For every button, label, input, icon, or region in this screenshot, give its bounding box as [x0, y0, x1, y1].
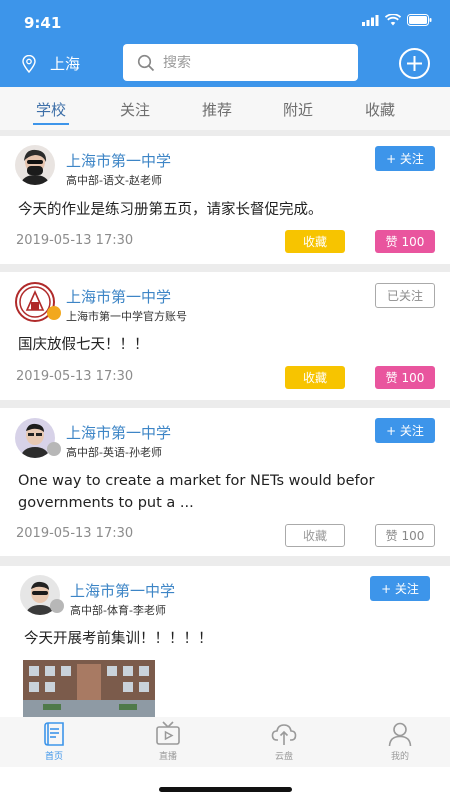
search-box[interactable]	[123, 44, 358, 81]
location-pin-icon	[22, 54, 36, 73]
location-selector[interactable]: 上海	[22, 53, 80, 74]
tv-icon	[156, 721, 180, 745]
tabbar-label: 我的	[390, 752, 409, 762]
avatar[interactable]	[15, 145, 55, 185]
author-subtitle: 高中部-体育-李老师	[70, 604, 166, 617]
bottom-tab-bar: 首页 直播 云盘 我的	[0, 717, 450, 767]
tabbar-label: 首页	[44, 752, 63, 762]
search-icon	[137, 54, 155, 71]
follow-button[interactable]: + 关注	[375, 418, 435, 443]
post-content-line: One way to create a market for NETs woul…	[18, 473, 375, 489]
post-date: 2019-05-13 17:30	[16, 233, 134, 248]
system-indicators	[362, 14, 432, 26]
favorite-button[interactable]: 收藏	[285, 366, 345, 389]
official-badge-icon	[47, 306, 61, 320]
verified-badge-icon	[47, 442, 61, 456]
wifi-icon	[385, 14, 401, 26]
cloud-upload-icon	[271, 724, 297, 745]
post-content: 今天的作业是练习册第五页，请家长督促完成。	[18, 202, 323, 218]
author-subtitle: 高中部-英语-孙老师	[66, 446, 162, 459]
plus-icon	[407, 56, 422, 71]
author-subtitle: 上海市第一中学官方账号	[66, 310, 187, 323]
post-card[interactable]: 上海市第一中学 上海市第一中学官方账号 已关注 国庆放假七天！！！ 2019-0…	[0, 272, 450, 400]
category-tabs: 学校 关注 推荐 附近 收藏	[0, 87, 450, 130]
school-name[interactable]: 上海市第一中学	[66, 150, 171, 171]
tab-nearby[interactable]: 附近	[268, 99, 328, 120]
favorite-button[interactable]: 收藏	[285, 230, 345, 253]
like-button[interactable]: 赞 100	[375, 366, 435, 389]
tab-school[interactable]: 学校	[21, 99, 81, 120]
tabbar-item-cloud[interactable]: 云盘	[254, 721, 314, 762]
post-content-line: governments to put a ...	[18, 495, 194, 511]
battery-icon	[407, 14, 432, 26]
user-icon	[388, 722, 412, 747]
tabbar-item-home[interactable]: 首页	[24, 721, 84, 762]
post-card[interactable]: 上海市第一中学 高中部-语文-赵老师 + 关注 今天的作业是练习册第五页，请家长…	[0, 136, 450, 264]
home-indicator-area	[0, 767, 450, 800]
following-button[interactable]: 已关注	[375, 283, 435, 308]
verified-badge-icon	[50, 599, 64, 613]
tabbar-label: 云盘	[274, 752, 293, 762]
post-content: 今天开展考前集训！！！！！	[24, 631, 213, 647]
tabbar-item-live[interactable]: 直播	[138, 721, 198, 762]
tab-follow[interactable]: 关注	[105, 99, 165, 120]
post-content: 国庆放假七天！！！	[18, 337, 149, 353]
school-name[interactable]: 上海市第一中学	[70, 580, 175, 601]
signal-icon	[362, 14, 379, 26]
school-name[interactable]: 上海市第一中学	[66, 286, 171, 307]
active-tab-indicator	[33, 123, 69, 125]
school-name[interactable]: 上海市第一中学	[66, 422, 171, 443]
post-photo[interactable]	[23, 660, 155, 717]
status-bar: 9:41	[0, 0, 450, 44]
add-button[interactable]	[399, 48, 430, 79]
location-label: 上海	[50, 55, 81, 73]
tab-favorites[interactable]: 收藏	[350, 99, 410, 120]
post-date: 2019-05-13 17:30	[16, 369, 134, 384]
tab-recommend[interactable]: 推荐	[187, 99, 247, 120]
author-subtitle: 高中部-语文-赵老师	[66, 174, 162, 187]
like-button[interactable]: 赞 100	[375, 524, 435, 547]
like-button[interactable]: 赞 100	[375, 230, 435, 253]
status-time: 9:41	[24, 14, 62, 32]
app-header: 9:41 上海	[0, 0, 450, 87]
follow-button[interactable]: + 关注	[375, 146, 435, 171]
post-card[interactable]: 上海市第一中学 高中部-英语-孙老师 + 关注 One way to creat…	[0, 408, 450, 556]
tabbar-label: 直播	[158, 752, 177, 762]
search-input[interactable]	[163, 54, 333, 71]
home-indicator[interactable]	[159, 787, 292, 792]
post-date: 2019-05-13 17:30	[16, 526, 134, 541]
tabbar-item-profile[interactable]: 我的	[370, 721, 430, 762]
favorite-button[interactable]: 收藏	[285, 524, 345, 547]
home-doc-icon	[44, 722, 64, 746]
follow-button[interactable]: + 关注	[370, 576, 430, 601]
